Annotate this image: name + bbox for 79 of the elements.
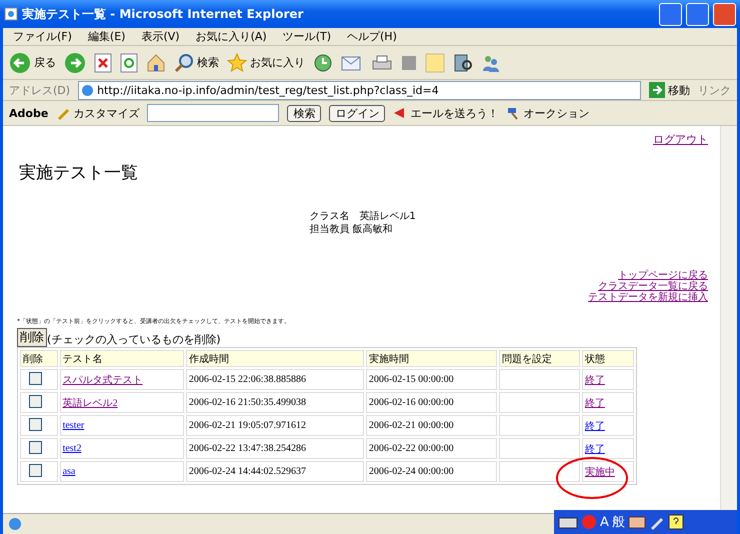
- table-cell: 2006-02-16 00:00:00: [366, 392, 497, 413]
- class-info: 担当教員 飯高敏和: [309, 223, 394, 236]
- favorites-button[interactable]: お気に入り: [227, 52, 305, 72]
- delete-checkbox[interactable]: [29, 394, 42, 408]
- search-icon: [174, 52, 194, 72]
- nav-link[interactable]: トップページに戻る: [618, 270, 708, 281]
- search-button[interactable]: 検索: [174, 52, 219, 72]
- table-cell: 2006-02-15 00:00:00: [366, 369, 497, 390]
- input-mode-indicator[interactable]: A: [600, 514, 609, 530]
- mail-icon[interactable]: [341, 54, 363, 72]
- delete-checkbox[interactable]: [29, 418, 42, 430]
- nav-link[interactable]: クラスデータ一覧に戻る: [598, 281, 708, 292]
- delete-checkbox[interactable]: [29, 464, 42, 476]
- menu-item[interactable]: 編集(E): [84, 29, 130, 44]
- minimize-button[interactable]: [659, 2, 682, 26]
- menu-item[interactable]: ツール(T): [278, 29, 335, 44]
- address-field[interactable]: http://iitaka.no-ip.info/admin/test_reg/test_list.php?class_id=4: [78, 80, 641, 100]
- close-button[interactable]: [713, 2, 736, 26]
- adobe-logo[interactable]: Adobe: [9, 106, 48, 120]
- table-cell: 2006-02-21 00:00:00: [366, 415, 497, 436]
- logout-link[interactable]: ログアウト: [653, 132, 708, 147]
- menu-item[interactable]: ファイル(F): [9, 29, 76, 44]
- menu-item[interactable]: 表示(V): [137, 29, 184, 44]
- window-title: 実施テスト一覧 - Microsoft Internet Explorer: [22, 6, 304, 22]
- pad-icon[interactable]: [628, 514, 646, 530]
- column-header: 削除: [20, 350, 58, 367]
- menu-item[interactable]: ヘルプ(H): [343, 29, 401, 44]
- history-icon[interactable]: [313, 52, 333, 72]
- research-icon[interactable]: [453, 52, 473, 72]
- customize-button[interactable]: カスタマイズ: [56, 106, 140, 120]
- search-button[interactable]: 検索: [287, 104, 322, 122]
- menu-item[interactable]: お気に入り(A): [192, 29, 271, 44]
- table-cell: 2006-02-24 00:00:00: [366, 461, 497, 482]
- star-icon: [227, 52, 247, 72]
- gavel-icon: [506, 106, 520, 120]
- page-icon: [81, 84, 94, 96]
- back-button[interactable]: 戻る: [9, 52, 56, 74]
- test-name-link[interactable]: asa: [62, 466, 76, 477]
- help-icon[interactable]: [668, 514, 684, 530]
- table-cell: 2006-02-21 19:05:07.971612: [186, 415, 364, 436]
- maximize-button[interactable]: [686, 2, 709, 26]
- keyboard-icon[interactable]: [558, 515, 578, 529]
- kana-mode-indicator[interactable]: 般: [612, 513, 625, 531]
- nav-link[interactable]: テストデータを新規に挿入: [588, 292, 708, 303]
- table-cell: 2006-02-24 14:44:02.529637: [186, 461, 364, 482]
- class-info: クラス名 英語レベル1: [309, 210, 416, 223]
- refresh-icon[interactable]: [120, 52, 138, 72]
- column-header: 問題を設定: [499, 350, 580, 367]
- page-icon: [4, 7, 18, 21]
- forward-icon[interactable]: [64, 52, 86, 74]
- column-header: 実施時間: [366, 350, 497, 367]
- stop-icon[interactable]: [94, 52, 112, 72]
- test-name-link[interactable]: tester: [62, 420, 84, 431]
- delete-button[interactable]: 削除: [17, 328, 47, 347]
- cheer-button[interactable]: エールを送ろう！: [393, 106, 498, 120]
- delete-hint: (チェックの入っているものを削除): [47, 332, 221, 347]
- back-icon: [9, 52, 31, 74]
- table-cell: 2006-02-15 22:06:38.885886: [186, 369, 364, 390]
- table-cell: 2006-02-16 21:50:35.499038: [186, 392, 364, 413]
- column-header: テスト名: [60, 350, 184, 367]
- table-cell: 2006-02-22 00:00:00: [366, 438, 497, 459]
- go-button[interactable]: 移動: [649, 82, 690, 98]
- delete-checkbox[interactable]: [29, 440, 42, 454]
- search-field[interactable]: [147, 104, 280, 122]
- page-icon: [7, 516, 23, 532]
- home-icon[interactable]: [146, 52, 166, 72]
- arrow-icon: [649, 82, 665, 98]
- pencil-icon: [56, 106, 70, 120]
- links-label[interactable]: リンク: [698, 82, 731, 98]
- delete-checkbox[interactable]: [29, 372, 42, 384]
- auction-button[interactable]: オークション: [506, 106, 590, 120]
- table-cell: 2006-02-22 13:47:38.254286: [186, 438, 364, 459]
- test-name-link[interactable]: test2: [62, 443, 82, 454]
- page-heading: 実施テスト一覧: [19, 162, 139, 184]
- address-label: アドレス(D): [9, 82, 70, 98]
- printer-icon[interactable]: [371, 52, 393, 72]
- column-header: 作成時間: [186, 350, 364, 367]
- column-header: 状態: [582, 350, 634, 367]
- login-button[interactable]: ログイン: [329, 104, 386, 122]
